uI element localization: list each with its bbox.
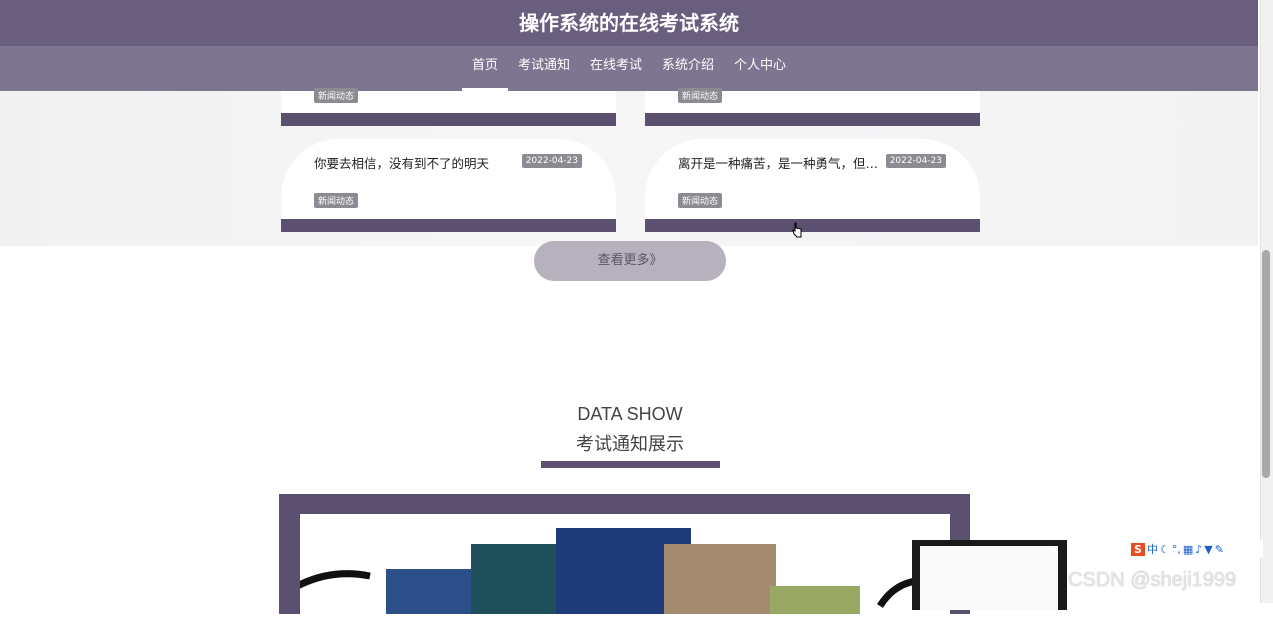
hand-cursor-icon xyxy=(792,222,802,238)
showcase-image[interactable] xyxy=(257,514,950,617)
news-date: 2022-04-23 xyxy=(885,154,946,168)
news-date: 2022-04-23 xyxy=(521,154,582,168)
ime-language-toggle[interactable]: 中 xyxy=(1147,541,1158,557)
keyboard-icon[interactable]: ▦ xyxy=(1183,543,1193,556)
news-tag: 新闻动态 xyxy=(678,193,723,208)
punctuation-icon[interactable]: °, xyxy=(1172,543,1181,556)
scrollbar-thumb[interactable] xyxy=(1262,250,1270,478)
news-tag: 新闻动态 xyxy=(678,88,723,103)
nav-exam-notice[interactable]: 考试通知 xyxy=(508,46,580,91)
news-section-background xyxy=(0,90,1258,246)
close-icon[interactable]: × xyxy=(1046,543,1062,559)
site-header: 操作系统的在线考试系统 首页 考试通知 在线考试 系统介绍 个人中心 xyxy=(0,0,1258,91)
news-title[interactable]: 你要去相信，没有到不了的明天 xyxy=(314,153,524,172)
news-card[interactable]: 你要去相信，没有到不了的明天 2022-04-23 新闻动态 xyxy=(281,139,616,232)
news-card[interactable]: 新闻动态 xyxy=(645,88,980,126)
moon-icon[interactable]: ☾ xyxy=(1160,543,1170,556)
sogou-logo-icon: S xyxy=(1131,542,1145,556)
nav-personal-center[interactable]: 个人中心 xyxy=(724,46,796,91)
thumbnail-preview xyxy=(920,546,1058,610)
ime-toolbar[interactable]: S 中 ☾ °, ▦ ♪ ▼ ✎ xyxy=(1131,540,1263,558)
news-tag: 新闻动态 xyxy=(314,88,359,103)
video-thumbnail-popup[interactable] xyxy=(912,540,1067,610)
view-more-button[interactable]: 查看更多》 xyxy=(534,241,726,281)
news-card[interactable]: 离开是一种痛苦，是一种勇气，但同样也是一个考验 2022-04-23 新闻动态 xyxy=(645,139,980,232)
main-nav: 首页 考试通知 在线考试 系统介绍 个人中心 xyxy=(0,46,1258,91)
watermark: CSDN @sheji1999 xyxy=(1068,569,1237,591)
site-title: 操作系统的在线考试系统 xyxy=(519,11,739,35)
nav-system-intro[interactable]: 系统介绍 xyxy=(652,46,724,91)
section-title-cn: 考试通知展示 xyxy=(576,434,684,455)
wrench-icon[interactable]: ✎ xyxy=(1215,543,1224,556)
news-tag: 新闻动态 xyxy=(314,193,359,208)
news-card[interactable]: 新闻动态 xyxy=(281,88,616,126)
section-divider xyxy=(541,461,720,468)
nav-home[interactable]: 首页 xyxy=(461,46,508,91)
nav-online-exam[interactable]: 在线考试 xyxy=(580,46,652,91)
showcase-carousel[interactable] xyxy=(257,514,950,617)
section-title-en: DATA SHOW xyxy=(577,404,683,424)
voice-icon[interactable]: ♪ xyxy=(1195,543,1202,556)
skin-icon[interactable]: ▼ xyxy=(1204,543,1212,556)
news-title[interactable]: 离开是一种痛苦，是一种勇气，但同样也是一个考验 xyxy=(678,153,888,172)
